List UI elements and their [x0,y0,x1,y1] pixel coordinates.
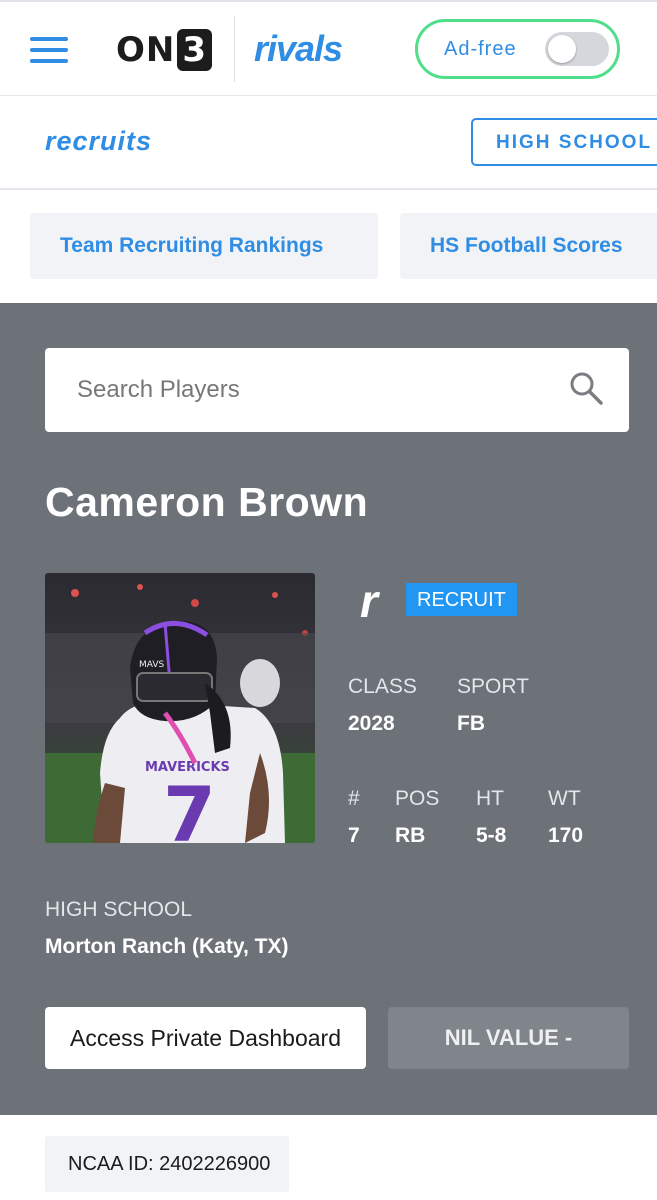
weight-label: WT [548,787,581,810]
toggle-knob [548,35,576,63]
hs-football-scores-link[interactable]: HS Football Scores [400,213,657,279]
height-label: HT [476,787,504,810]
sport-value: FB [457,712,485,735]
search-input[interactable] [77,370,547,410]
rivals-logo[interactable]: rivals [254,28,343,70]
ncaa-id-value: 2402226900 [159,1153,271,1175]
hamburger-menu-icon[interactable] [30,37,68,63]
recruits-subnav: recruits HIGH SCHOOL [0,96,657,190]
weight-value: 170 [548,824,584,847]
top-header: ON 3 rivals Ad-free [0,0,657,96]
helmet-text: MAVS [139,660,165,670]
high-school-value: Morton Ranch (Katy, TX) [45,935,289,958]
high-school-label: HIGH SCHOOL [45,898,193,921]
team-recruiting-rankings-link[interactable]: Team Recruiting Rankings [30,213,378,279]
sport-label: SPORT [457,675,529,698]
jersey-number-label: # [348,787,360,810]
on3-logo-text: ON [116,30,176,70]
rivals-r-icon: r [360,575,378,627]
on3-logo[interactable]: ON 3 [116,28,213,72]
position-label: POS [395,787,440,810]
search-icon[interactable] [568,370,604,406]
position-value: RB [395,824,426,847]
class-label: CLASS [348,675,417,698]
adfree-label: Ad-free [444,38,517,60]
search-box [45,348,629,432]
ncaa-id-badge: NCAA ID: 2402226900 [45,1136,289,1192]
recruits-logo[interactable]: recruits [45,126,152,157]
nil-value-button[interactable]: NIL VALUE - [388,1007,629,1069]
access-private-dashboard-button[interactable]: Access Private Dashboard [45,1007,366,1069]
class-value: 2028 [348,712,395,735]
high-school-button[interactable]: HIGH SCHOOL [471,118,657,166]
jersey-number: 7 [163,770,216,843]
quick-links: Team Recruiting Rankings HS Football Sco… [0,190,657,303]
adfree-toggle[interactable]: Ad-free [415,19,620,79]
height-value: 5-8 [476,824,507,847]
toggle-switch[interactable] [545,32,609,66]
logo-divider [234,16,235,82]
ncaa-id-label: NCAA ID: [68,1153,154,1175]
jersey-number-value: 7 [348,824,360,847]
recruit-badge: RECRUIT [406,583,517,616]
footer-info: NCAA ID: 2402226900 [0,1115,657,1200]
on3-logo-digit: 3 [177,29,213,71]
player-name: Cameron Brown [45,479,369,525]
player-photo: MAVERICKS 7 MAVS [45,573,315,843]
player-profile-panel: Cameron Brown MAVERICKS 7 [0,303,657,1115]
